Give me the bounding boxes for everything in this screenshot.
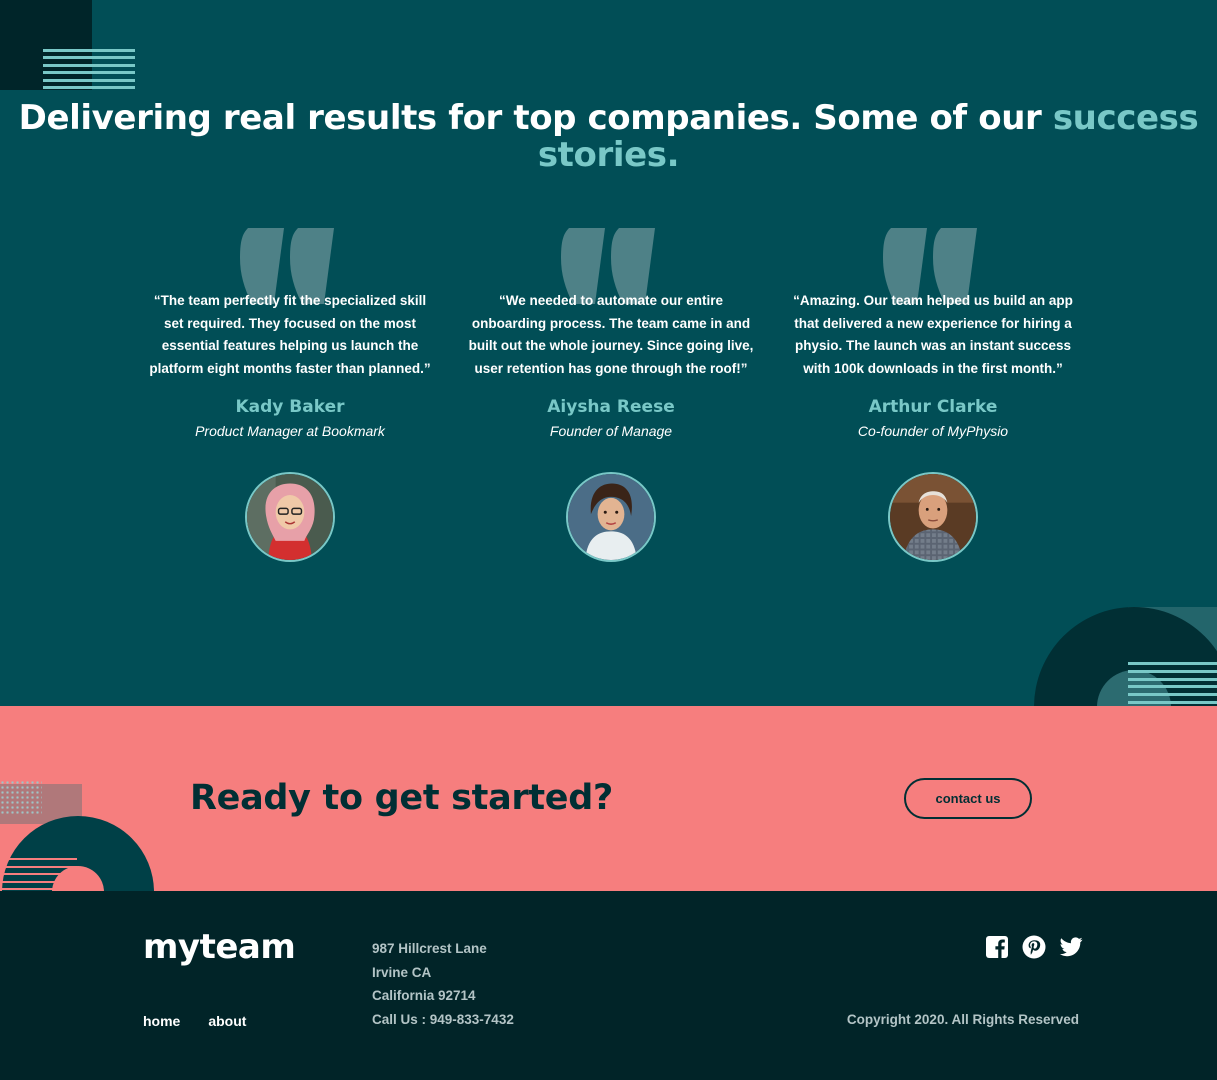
address-block: 987 Hillcrest Lane Irvine CA California …	[372, 937, 514, 1031]
decorative-stripes	[1128, 662, 1217, 704]
address-line: 987 Hillcrest Lane	[372, 941, 487, 956]
cta-title: Ready to get started?	[190, 778, 613, 818]
nav-link-about[interactable]: about	[208, 1013, 246, 1029]
testimonial-quote: “We needed to automate our entire onboar…	[468, 293, 754, 377]
logo[interactable]: myteam	[143, 927, 296, 967]
address-line: Irvine CA	[372, 964, 432, 980]
decorative-stripes	[43, 49, 135, 89]
copyright-text: Copyright 2020. All Rights Reserved	[846, 1012, 1079, 1027]
footer: myteam home about 987 Hillcrest Lane Irv…	[0, 891, 1217, 1080]
testimonial-name: Arthur Clarke	[868, 396, 998, 417]
social-links	[985, 935, 1083, 959]
testimonial-card: “The team perfectly fit the specialized …	[140, 228, 440, 562]
address-line: California 92714	[372, 988, 476, 1003]
testimonial-name: Kady Baker	[235, 396, 345, 417]
testimonial-role: Co-founder of MyPhysio	[857, 422, 1009, 439]
testimonial-role: Product Manager at Bookmark	[195, 422, 385, 439]
testimonials-section: Delivering real results for top companie…	[0, 0, 1217, 706]
section-headline: Delivering real results for top companie…	[0, 100, 1217, 174]
decorative-stripes	[0, 858, 77, 890]
avatar	[245, 472, 335, 562]
testimonial-quote: “The team perfectly fit the specialized …	[149, 293, 431, 377]
phone-number: Call Us : 949-833-7432	[372, 1011, 514, 1027]
testimonial-role: Founder of Manage	[549, 422, 673, 439]
facebook-icon[interactable]	[985, 935, 1009, 959]
decorative-dots	[0, 780, 42, 816]
testimonial-card: “We needed to automate our entire onboar…	[461, 228, 761, 562]
pinterest-icon[interactable]	[1022, 935, 1046, 959]
testimonial-quote: “Amazing. Our team helped us build an ap…	[793, 293, 1073, 377]
contact-us-button[interactable]: contact us	[904, 778, 1032, 819]
twitter-icon[interactable]	[1059, 935, 1083, 959]
cta-section: Ready to get started? contact us	[0, 706, 1217, 891]
headline-main: Delivering real results for top companie…	[18, 98, 1053, 138]
testimonial-name: Aiysha Reese	[547, 396, 675, 417]
testimonial-card: “Amazing. Our team helped us build an ap…	[783, 228, 1083, 562]
nav-link-home[interactable]: home	[143, 1013, 180, 1029]
avatar	[888, 472, 978, 562]
footer-nav: home about	[143, 1013, 246, 1029]
avatar	[566, 472, 656, 562]
